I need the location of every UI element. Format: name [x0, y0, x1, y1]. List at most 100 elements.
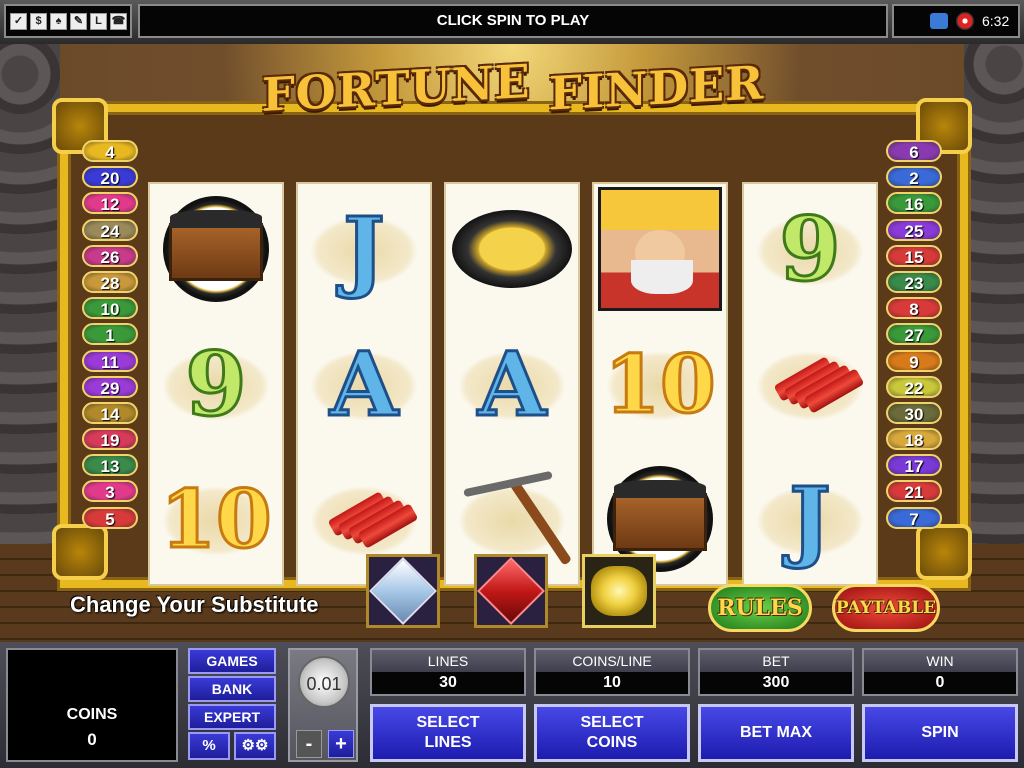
payline-number[interactable]: 23: [886, 270, 942, 293]
payline-number[interactable]: 30: [886, 401, 942, 424]
symbol-text: 9: [184, 332, 248, 436]
payline-number[interactable]: 6: [886, 140, 942, 162]
payline-number[interactable]: 13: [82, 454, 138, 477]
payline-number[interactable]: 15: [886, 244, 942, 267]
checkbox-icon[interactable]: ✓: [10, 12, 27, 30]
symbol-dynamite: [742, 317, 878, 451]
payline-number[interactable]: 10: [82, 297, 138, 320]
settings-button[interactable]: ⚙⚙: [234, 732, 276, 760]
payline-number[interactable]: 19: [82, 428, 138, 451]
payline-number[interactable]: 18: [886, 428, 942, 451]
select-coins-button[interactable]: SELECT COINS: [534, 704, 690, 762]
symbol-A: A: [444, 317, 580, 451]
payline-number[interactable]: 21: [886, 480, 942, 503]
payline-number[interactable]: 3: [82, 480, 138, 503]
coins-per-line-label: COINS/LINE: [536, 650, 688, 672]
diamond-substitute-button[interactable]: [366, 554, 440, 628]
symbol-text: 10: [603, 337, 717, 431]
symbol-text: 10: [159, 472, 273, 566]
status-message: CLICK SPIN TO PLAY: [138, 4, 888, 38]
payline-number[interactable]: 20: [82, 166, 138, 189]
tools-icon[interactable]: ✎: [70, 12, 87, 30]
symbol-10: 10: [148, 452, 284, 586]
increase-denomination-button[interactable]: +: [328, 730, 354, 758]
game-area: FORTUNE FINDER 4 20 12 24 26 28 10 1 11 29 14 19 13 3…: [0, 44, 1024, 642]
payline-indicators-left: 4 20 12 24 26 28 10 1 11 29 14 19 13 3 5: [82, 140, 138, 533]
logo-word: FORTUNE: [262, 53, 531, 123]
denomination-selector: 0.01 - +: [288, 648, 358, 762]
reel: A: [444, 182, 580, 586]
bet-max-button[interactable]: BET MAX: [698, 704, 854, 762]
select-lines-button[interactable]: SELECT LINES: [370, 704, 526, 762]
percent-button[interactable]: %: [188, 732, 230, 760]
rules-button[interactable]: RULES: [708, 584, 812, 632]
symbol-10: 10: [592, 317, 728, 451]
payline-number[interactable]: 4: [82, 140, 138, 162]
payline-number[interactable]: 28: [82, 270, 138, 293]
payline-number[interactable]: 27: [886, 323, 942, 346]
substitute-label: Change Your Substitute: [70, 592, 319, 617]
payline-number[interactable]: 7: [886, 506, 942, 529]
l-icon[interactable]: L: [90, 12, 107, 30]
payline-number[interactable]: 22: [886, 375, 942, 398]
expert-button[interactable]: EXPERT: [188, 704, 276, 730]
coin-denomination-chip: 0.01: [298, 656, 350, 708]
miner-icon: [598, 187, 722, 311]
payline-number[interactable]: 5: [82, 506, 138, 529]
payline-number[interactable]: 12: [82, 192, 138, 215]
payline-number[interactable]: 25: [886, 218, 942, 241]
reel: JA: [296, 182, 432, 586]
symbol-text: A: [476, 332, 547, 436]
toolbar-icons: ✓ $ ♠ ✎ L ☎: [4, 4, 132, 38]
gold-nugget-substitute-button[interactable]: [582, 554, 656, 628]
network-icon[interactable]: [930, 13, 948, 29]
coins-per-line-value: 10: [536, 672, 688, 694]
coins-value: 0: [87, 730, 97, 749]
payline-number[interactable]: 9: [886, 349, 942, 372]
symbol-text: 9: [778, 197, 842, 301]
payline-number[interactable]: 1: [82, 323, 138, 346]
symbol-9: 9: [148, 317, 284, 451]
cards-icon[interactable]: ♠: [50, 12, 67, 30]
payline-number[interactable]: 24: [82, 218, 138, 241]
dollar-icon[interactable]: $: [30, 12, 47, 30]
lines-display: LINES 30: [370, 648, 526, 696]
games-button[interactable]: GAMES: [188, 648, 276, 674]
ruby-substitute-button[interactable]: [474, 554, 548, 628]
symbol-J: J: [742, 452, 878, 586]
payline-number[interactable]: 26: [82, 244, 138, 267]
spin-button[interactable]: SPIN: [862, 704, 1018, 762]
payline-indicators-right: 6 2 16 25 15 23 8 27 9 22 30 18 17 21 7: [886, 140, 942, 533]
payline-number[interactable]: 14: [82, 401, 138, 424]
payline-number[interactable]: 11: [82, 349, 138, 372]
symbol-gold-pan: [444, 182, 580, 316]
dynamite-icon: [319, 484, 419, 554]
win-value: 0: [864, 672, 1016, 694]
clock: 6:32: [982, 13, 1010, 29]
symbol-9: 9: [742, 182, 878, 316]
paytable-button[interactable]: PAYTABLE: [832, 584, 940, 632]
lines-value: 30: [372, 672, 524, 694]
symbol-text: A: [328, 332, 399, 436]
payline-number[interactable]: 17: [886, 454, 942, 477]
payline-number[interactable]: 8: [886, 297, 942, 320]
symbol-text: J: [788, 467, 833, 571]
coins-per-line-display: COINS/LINE 10: [534, 648, 690, 696]
mine-cart-icon: [163, 196, 269, 302]
payline-number[interactable]: 16: [886, 192, 942, 215]
phone-icon[interactable]: ☎: [110, 12, 127, 30]
symbol-A: A: [296, 317, 432, 451]
payline-number[interactable]: 29: [82, 375, 138, 398]
decrease-denomination-button[interactable]: -: [296, 730, 322, 758]
control-panel: COINS 0 GAMES BANK EXPERT % ⚙⚙ 0.01 - + …: [0, 642, 1024, 768]
gears-icon: ⚙⚙: [241, 737, 269, 754]
bank-button[interactable]: BANK: [188, 676, 276, 702]
sound-icon[interactable]: [956, 12, 974, 30]
reel: 10: [592, 182, 728, 586]
gold-pan-icon: [452, 210, 572, 288]
coins-display: COINS 0: [6, 648, 178, 762]
payline-number[interactable]: 2: [886, 166, 942, 189]
reel: 9 10: [148, 182, 284, 586]
bet-display: BET 300: [698, 648, 854, 696]
logo-word: FINDER: [548, 55, 765, 121]
